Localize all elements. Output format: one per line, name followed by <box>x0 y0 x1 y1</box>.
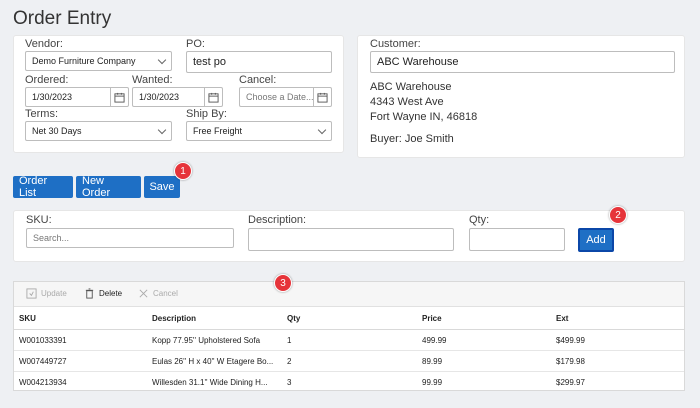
ordered-value: 1/30/2023 <box>32 92 73 102</box>
order-header-card: Vendor: Demo Furniture Company PO: test … <box>13 35 344 153</box>
sku-search-input[interactable]: Search... <box>26 228 234 248</box>
ext-cell: $499.99 <box>556 335 585 345</box>
price-cell: 499.99 <box>422 335 447 345</box>
customer-value: ABC Warehouse <box>377 56 459 68</box>
sku-cell: W007449727 <box>19 356 67 366</box>
wanted-label: Wanted: <box>132 74 173 86</box>
po-field[interactable]: test po <box>186 51 332 73</box>
buyer-text: Buyer: Joe Smith <box>370 133 454 145</box>
new-order-button[interactable]: New Order <box>76 175 141 199</box>
address-line: Fort Wayne IN, 46818 <box>370 111 478 123</box>
shipby-select[interactable]: Free Freight <box>186 121 332 141</box>
wanted-value: 1/30/2023 <box>139 92 180 102</box>
column-header-description[interactable]: Description <box>152 307 282 329</box>
ordered-label: Ordered: <box>25 74 69 86</box>
column-header-ext[interactable]: Ext <box>556 307 681 329</box>
shipby-value: Free Freight <box>193 126 243 136</box>
order-list-button[interactable]: Order List <box>13 175 73 199</box>
update-button[interactable]: Update <box>26 288 67 299</box>
chevron-down-icon <box>157 55 167 65</box>
customer-label: Customer: <box>370 38 421 50</box>
ext-cell: $179.98 <box>556 356 585 366</box>
customer-address: ABC Warehouse 4343 West Ave Fort Wayne I… <box>370 80 477 125</box>
calendar-icon[interactable] <box>313 88 331 106</box>
chevron-down-icon <box>157 125 167 135</box>
description-cell: Willesden 31.1'' Wide Dining H... <box>152 378 268 387</box>
calendar-icon[interactable] <box>110 88 128 106</box>
customer-card: Customer: ABC Warehouse ABC Warehouse 43… <box>357 35 685 158</box>
cancel-date-label: Cancel: <box>239 74 277 86</box>
save-icon <box>26 288 37 299</box>
terms-select[interactable]: Net 30 Days <box>25 121 172 141</box>
customer-field[interactable]: ABC Warehouse <box>370 51 675 73</box>
qty-label: Qty: <box>469 214 490 226</box>
vendor-value: Demo Furniture Company <box>32 56 136 66</box>
po-value: test po <box>193 56 227 68</box>
ext-cell: $299.97 <box>556 378 585 387</box>
qty-field[interactable] <box>469 228 565 251</box>
address-line: 4343 West Ave <box>370 96 444 108</box>
description-label: Description: <box>248 214 307 226</box>
page-title: Order Entry <box>13 8 112 29</box>
add-button[interactable]: Add <box>578 228 614 252</box>
shipby-label: Ship By: <box>186 108 227 120</box>
price-cell: 89.99 <box>422 356 443 366</box>
description-field[interactable] <box>248 228 454 251</box>
cancel-label: Cancel <box>153 289 178 298</box>
sku-label: SKU: <box>26 214 52 226</box>
cancel-date-field[interactable]: Choose a Date... <box>239 87 332 107</box>
column-header-qty[interactable]: Qty <box>287 307 417 329</box>
vendor-label: Vendor: <box>25 38 63 50</box>
description-cell: Kopp 77.95'' Upholstered Sofa <box>152 335 261 345</box>
sku-cell: W004213934 <box>19 378 67 387</box>
qty-cell: 1 <box>287 335 292 345</box>
price-cell: 99.99 <box>422 378 443 387</box>
table-row[interactable]: W007449727 Eulas 26'' H x 40'' W Etagere… <box>14 351 684 372</box>
po-label: PO: <box>186 38 205 50</box>
trash-icon <box>85 288 94 299</box>
calendar-icon[interactable] <box>204 88 222 106</box>
address-line: ABC Warehouse <box>370 81 452 93</box>
table-row[interactable]: W001033391 Kopp 77.95'' Upholstered Sofa… <box>14 330 684 351</box>
sku-cell: W001033391 <box>19 335 67 345</box>
terms-label: Terms: <box>25 108 58 120</box>
column-header-sku[interactable]: SKU <box>19 307 149 329</box>
ordered-date-field[interactable]: 1/30/2023 <box>25 87 129 107</box>
save-button[interactable]: Save <box>144 176 180 198</box>
order-lines-grid: Update Delete Cancel 3 SKU Description Q… <box>13 274 685 393</box>
grid-header: SKU Description Qty Price Ext <box>14 307 684 330</box>
close-icon <box>139 289 148 298</box>
column-header-price[interactable]: Price <box>422 307 552 329</box>
grid-toolbar: Update Delete Cancel <box>14 282 684 307</box>
cancel-date-placeholder: Choose a Date... <box>246 92 314 102</box>
qty-cell: 3 <box>287 378 292 387</box>
vendor-select[interactable]: Demo Furniture Company <box>25 51 172 71</box>
cancel-button[interactable]: Cancel <box>138 288 178 299</box>
wanted-date-field[interactable]: 1/30/2023 <box>132 87 223 107</box>
chevron-down-icon <box>317 125 327 135</box>
delete-label: Delete <box>99 289 123 298</box>
line-entry-card: SKU: Search... Description: Qty: Add <box>13 210 685 262</box>
step-badge-3: 3 <box>274 274 292 292</box>
delete-button[interactable]: Delete <box>84 288 122 299</box>
step-badge-2: 2 <box>609 206 627 224</box>
terms-value: Net 30 Days <box>32 126 82 136</box>
qty-cell: 2 <box>287 356 292 366</box>
step-badge-1: 1 <box>174 162 192 180</box>
sku-placeholder: Search... <box>33 233 70 243</box>
update-label: Update <box>41 289 67 298</box>
description-cell: Eulas 26'' H x 40'' W Etagere Bo... <box>152 356 274 366</box>
table-row[interactable]: W004213934 Willesden 31.1'' Wide Dining … <box>14 372 684 393</box>
